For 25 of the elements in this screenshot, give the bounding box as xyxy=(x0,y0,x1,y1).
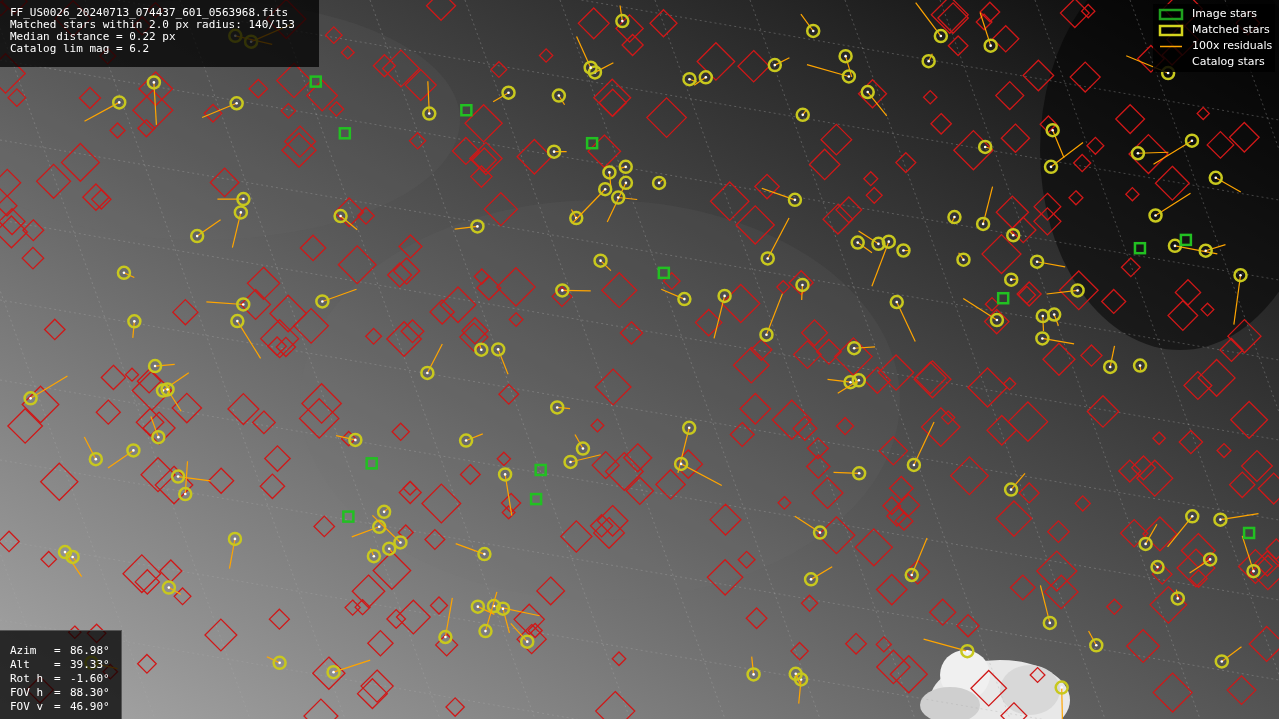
info-text: Median distance = 0.22 px xyxy=(10,31,177,43)
info-text: Matched stars within 2.0 px radius: 140/153 xyxy=(10,19,296,31)
pointing-label: FOV h xyxy=(10,684,45,701)
info-text: FF_US0026_20240713_074437_601_0563968.fits xyxy=(10,7,290,19)
pointing-value: 39.33° xyxy=(70,656,110,673)
legend-label: Catalog stars xyxy=(1192,53,1265,70)
equals-sign: = xyxy=(54,670,62,687)
equals-sign: = xyxy=(54,684,62,701)
square-marker-icon xyxy=(1158,7,1184,21)
pointing-label: Rot h xyxy=(10,670,45,687)
pointing-value: 88.30° xyxy=(70,684,110,701)
pointing-value: 86.98° xyxy=(70,642,110,659)
square-marker-icon xyxy=(1158,23,1184,37)
info-text: Catalog lim mag = 6.2 xyxy=(10,43,151,55)
pointing-value: 46.90° xyxy=(70,698,110,715)
pointing-label: Azim xyxy=(10,642,38,659)
equals-sign: = xyxy=(54,642,62,659)
pointing-label: Alt xyxy=(10,656,31,673)
equals-sign: = xyxy=(54,656,62,673)
pointing-label: FOV v xyxy=(10,698,45,715)
legend-label: Image stars xyxy=(1192,5,1257,22)
equals-sign: = xyxy=(54,698,62,715)
pointing-value: -1.60° xyxy=(70,670,110,687)
legend-label: 100x residuals xyxy=(1192,37,1273,54)
legend-label: Matched stars xyxy=(1192,21,1270,38)
